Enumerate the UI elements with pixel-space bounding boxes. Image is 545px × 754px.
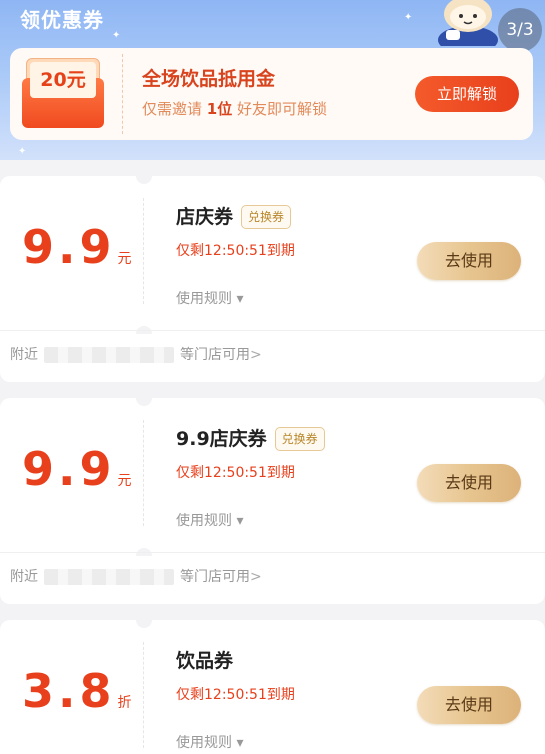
promo-card: 20元 全场饮品抵用金 仅需邀请 1位 好友即可解锁 立即解锁	[10, 48, 533, 140]
coupon-amount: 3.8 折	[22, 664, 132, 718]
coupon-type-badge: 兑换券	[241, 205, 292, 229]
usage-rules-label: 使用规则	[176, 513, 232, 529]
coupon-amount: 9.9 元	[22, 442, 132, 496]
sparkle-icon: ✦	[112, 30, 121, 41]
coupon-name: 店庆券 兑换券	[176, 202, 292, 229]
caret-down-icon: ▾	[236, 735, 244, 751]
usage-rules-label: 使用规则	[176, 291, 232, 307]
promo-title: 全场饮品抵用金	[142, 68, 276, 90]
use-coupon-button[interactable]: 去使用	[417, 242, 521, 280]
store-prefix: 附近	[10, 347, 38, 363]
coupon-header: 领优惠券 ✦ ✦ ✦ 3/3 20元 全场饮品抵用金 仅需邀请 1位 好友即可解…	[0, 0, 545, 160]
coupon-name: 9.9店庆券 兑换券	[176, 424, 325, 451]
coupon-amount-value: 9.9	[22, 442, 116, 496]
use-coupon-button[interactable]: 去使用	[417, 686, 521, 724]
coupon-expiry: 仅剩12:50:51到期	[176, 465, 295, 481]
coupon-card: 9.9 元 店庆券 兑换券 仅剩12:50:51到期 使用规则 ▾ 去使用 附近 等门…	[0, 176, 545, 382]
coupon-amount-value: 9.9	[22, 220, 116, 274]
coupon-amount-value: 3.8	[22, 664, 116, 718]
divider	[0, 330, 545, 331]
coupon-name-text: 饮品券	[176, 650, 234, 672]
chevron-right-icon: >	[250, 569, 262, 585]
store-suffix: 等门店可用	[180, 569, 250, 585]
chevron-right-icon: >	[250, 347, 262, 363]
sparkle-icon: ✦	[404, 12, 413, 23]
coupon-amount-unit: 折	[117, 695, 132, 711]
coupon-amount-unit: 元	[117, 473, 132, 489]
coupon-card: 3.8 折 饮品券 仅剩12:50:51到期 使用规则 ▾ 去使用	[0, 620, 545, 754]
usage-rules-toggle[interactable]: 使用规则 ▾	[176, 288, 243, 308]
store-suffix: 等门店可用	[180, 347, 250, 363]
coupon-name-text: 店庆券	[176, 206, 234, 228]
coupon-amount: 9.9 元	[22, 220, 132, 274]
coupon-expiry: 仅剩12:50:51到期	[176, 243, 295, 259]
promo-subtitle: 仅需邀请 1位 好友即可解锁	[142, 98, 327, 119]
store-availability-link[interactable]: 附近 等门店可用>	[10, 566, 262, 586]
promo-ticket-value: 20元	[30, 62, 96, 98]
store-availability-link[interactable]: 附近 等门店可用>	[10, 344, 262, 364]
coupon-divider	[143, 642, 144, 748]
ticket-icon: 20元	[22, 58, 104, 128]
blurred-store-name	[44, 569, 174, 585]
sparkle-icon: ✦	[18, 146, 27, 157]
divider	[0, 552, 545, 553]
usage-rules-toggle[interactable]: 使用规则 ▾	[176, 510, 243, 530]
coupon-type-badge: 兑换券	[274, 427, 325, 451]
coupon-name: 饮品券	[176, 646, 233, 673]
coupon-expiry: 仅剩12:50:51到期	[176, 687, 295, 703]
caret-down-icon: ▾	[236, 291, 244, 307]
coupon-divider	[143, 420, 144, 526]
blurred-store-name	[44, 347, 174, 363]
usage-rules-label: 使用规则	[176, 735, 232, 751]
caret-down-icon: ▾	[236, 513, 244, 529]
coupon-divider	[143, 198, 144, 304]
coupon-name-text: 9.9店庆券	[176, 428, 267, 450]
page-counter: 3/3	[498, 8, 542, 52]
promo-subtitle-count: 1位	[206, 100, 233, 118]
store-prefix: 附近	[10, 569, 38, 585]
coupon-card: 9.9 元 9.9店庆券 兑换券 仅剩12:50:51到期 使用规则 ▾ 去使用 附…	[0, 398, 545, 604]
unlock-button[interactable]: 立即解锁	[415, 76, 519, 112]
page-title: 领优惠券	[20, 8, 104, 32]
astronaut-mascot-icon	[438, 0, 498, 46]
usage-rules-toggle[interactable]: 使用规则 ▾	[176, 732, 243, 752]
use-coupon-button[interactable]: 去使用	[417, 464, 521, 502]
promo-subtitle-post: 好友即可解锁	[237, 100, 328, 118]
promo-divider	[122, 54, 123, 134]
coupon-amount-unit: 元	[117, 251, 132, 267]
promo-subtitle-pre: 仅需邀请	[142, 100, 203, 118]
